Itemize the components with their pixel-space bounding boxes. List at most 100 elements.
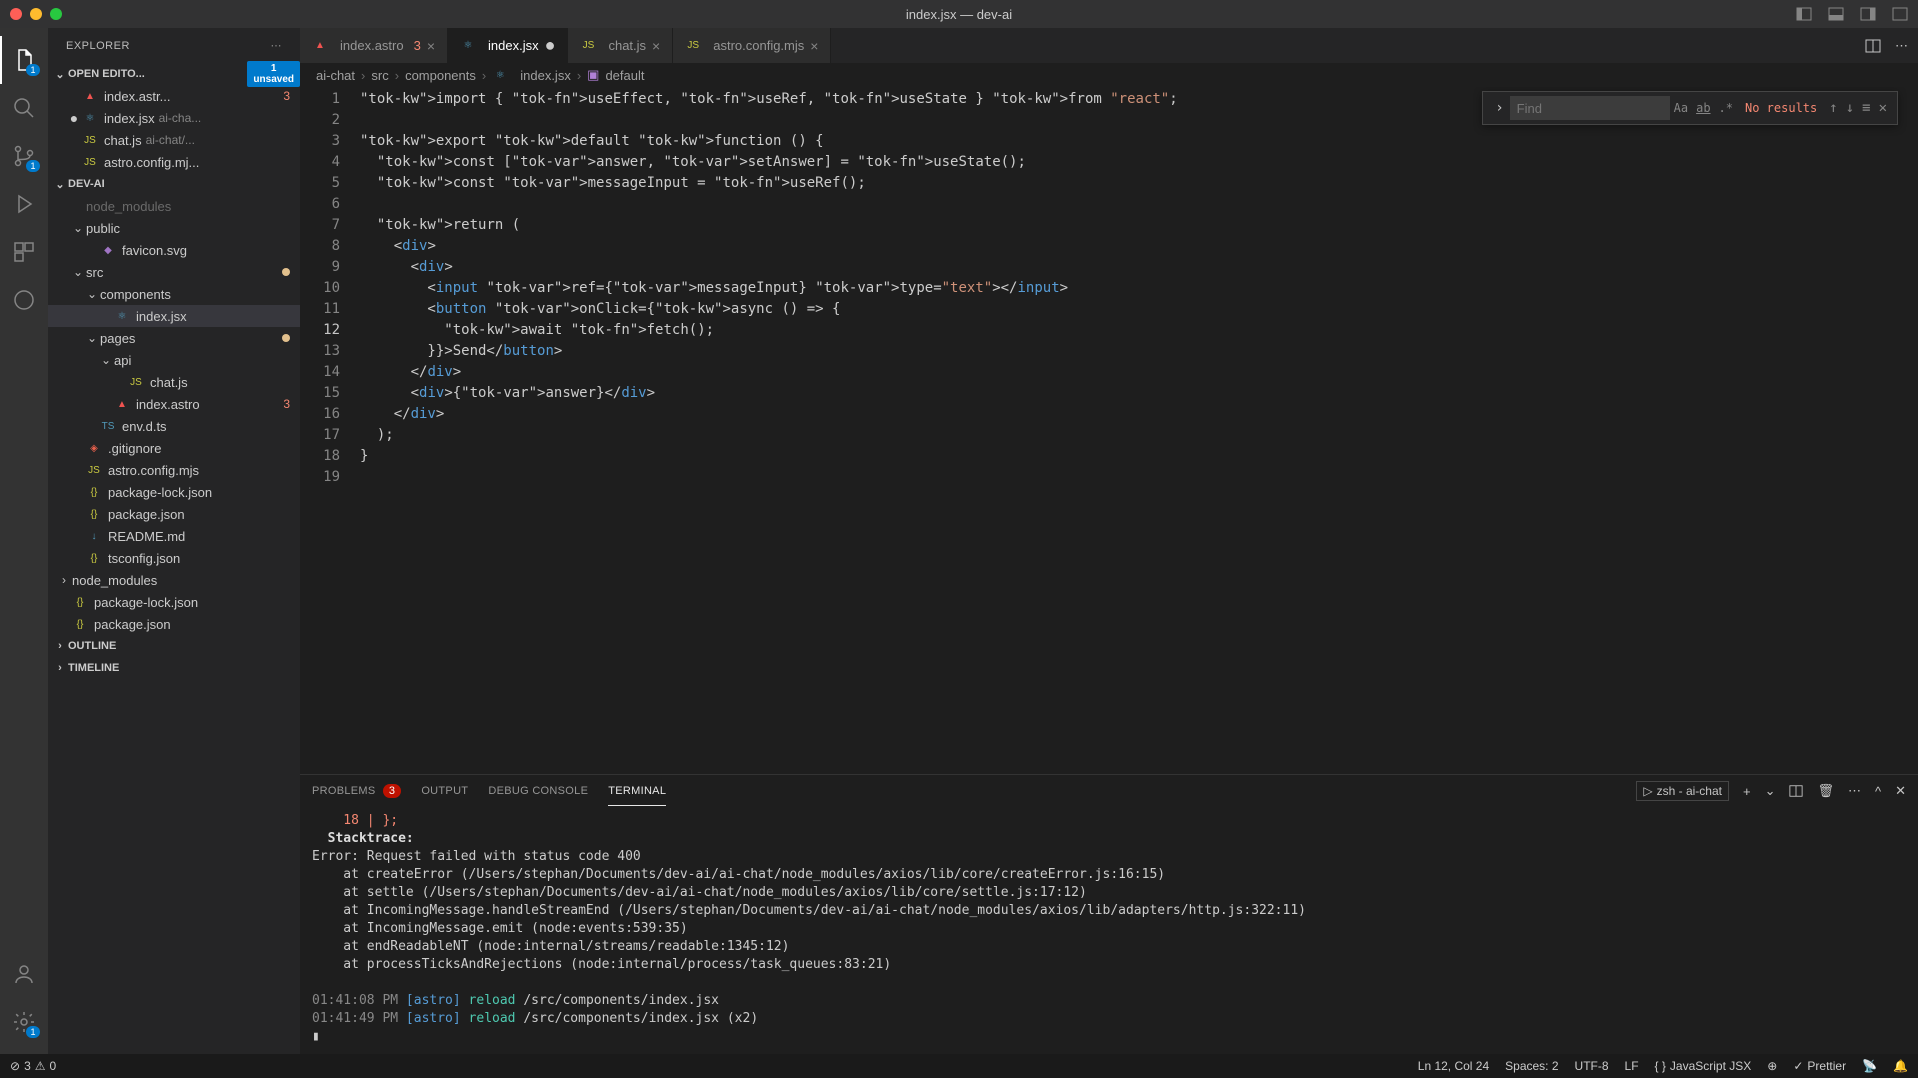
find-expand-icon[interactable]: › <box>1489 98 1509 119</box>
tab-output[interactable]: OUTPUT <box>421 777 468 805</box>
chevron-right-icon: › <box>361 68 365 83</box>
maximize-panel-icon[interactable]: ^ <box>1875 784 1881 799</box>
open-editor-item[interactable]: JSchat.jsai-chat/... <box>48 129 300 151</box>
find-next-icon[interactable]: ↓ <box>1842 98 1858 119</box>
layout-icon[interactable] <box>1892 6 1908 22</box>
activity-account[interactable] <box>0 950 48 998</box>
kill-terminal-icon[interactable]: 🗑 <box>1817 783 1834 799</box>
status-eol[interactable]: LF <box>1625 1059 1639 1073</box>
close-tab-icon[interactable]: × <box>810 38 818 54</box>
outline-header[interactable]: › OUTLINE <box>48 635 300 657</box>
tree-item[interactable]: ⌄components <box>48 283 300 305</box>
file-name: astro.config.mj... <box>104 155 199 170</box>
status-indent[interactable]: Spaces: 2 <box>1505 1059 1558 1073</box>
terminal-more-icon[interactable]: ⋯ <box>1848 783 1861 799</box>
activity-explorer[interactable]: 1 <box>0 36 48 84</box>
tree-item[interactable]: {}package.json <box>48 503 300 525</box>
tree-item[interactable]: ⚛index.jsx <box>48 305 300 327</box>
close-tab-icon[interactable]: × <box>652 38 660 54</box>
panel-right-icon[interactable] <box>1860 6 1876 22</box>
activity-extensions[interactable] <box>0 228 48 276</box>
find-selection-icon[interactable]: ≡ <box>1858 98 1874 119</box>
match-case-toggle[interactable]: Aa <box>1670 98 1692 119</box>
activity-edge[interactable] <box>0 276 48 324</box>
breadcrumb-item[interactable]: ai-chat <box>316 68 355 83</box>
new-terminal-icon[interactable]: + <box>1743 784 1751 799</box>
status-problems[interactable]: ⊘3 ⚠0 <box>10 1059 56 1073</box>
breadcrumb-item[interactable]: src <box>371 68 388 83</box>
status-feedback-icon[interactable]: 📡 <box>1862 1059 1877 1073</box>
open-editor-item[interactable]: ▲index.astr...3 <box>48 85 300 107</box>
tree-item[interactable]: TSenv.d.ts <box>48 415 300 437</box>
tab-terminal[interactable]: TERMINAL <box>608 777 666 806</box>
terminal-select[interactable]: ▷ zsh - ai-chat <box>1636 781 1729 801</box>
panel-bottom-icon[interactable] <box>1828 6 1844 22</box>
tree-item[interactable]: JSastro.config.mjs <box>48 459 300 481</box>
status-prettier[interactable]: ✓ Prettier <box>1793 1059 1846 1073</box>
search-icon <box>12 96 36 120</box>
tree-item[interactable]: {}package.json <box>48 613 300 635</box>
find-close-icon[interactable]: ✕ <box>1875 98 1891 119</box>
find-input[interactable] <box>1510 96 1670 120</box>
tree-item[interactable]: node_modules <box>48 195 300 217</box>
split-terminal-icon[interactable] <box>1789 784 1803 798</box>
activity-search[interactable] <box>0 84 48 132</box>
tree-item[interactable]: ⌄api <box>48 349 300 371</box>
activity-debug[interactable] <box>0 180 48 228</box>
whole-word-toggle[interactable]: ab <box>1692 98 1714 119</box>
tree-item[interactable]: ◆favicon.svg <box>48 239 300 261</box>
editor-tab[interactable]: JSastro.config.mjs× <box>673 28 831 63</box>
tree-item[interactable]: ↓README.md <box>48 525 300 547</box>
workspace-header[interactable]: ⌄ DEV-AI <box>48 173 300 195</box>
sidebar-more-icon[interactable]: ⋯ <box>271 39 283 52</box>
terminal-output[interactable]: 18 | }; Stacktrace:Error: Request failed… <box>300 808 1918 1054</box>
breadcrumb-item[interactable]: index.jsx <box>520 68 571 83</box>
tree-item[interactable]: JSchat.js <box>48 371 300 393</box>
status-encoding[interactable]: UTF-8 <box>1575 1059 1609 1073</box>
maximize-window[interactable] <box>50 8 62 20</box>
terminal-dropdown-icon[interactable]: ⌄ <box>1765 783 1776 799</box>
tree-item[interactable]: ▲index.astro3 <box>48 393 300 415</box>
tree-item[interactable]: {}package-lock.json <box>48 481 300 503</box>
editor-tab[interactable]: JSchat.js× <box>568 28 673 63</box>
activity-bar: 1 1 1 <box>0 28 48 1054</box>
tree-item[interactable]: {}tsconfig.json <box>48 547 300 569</box>
open-editors-header[interactable]: ⌄ OPEN EDITO... 1 unsaved <box>48 63 300 85</box>
file-name: api <box>114 353 131 368</box>
timeline-label: TIMELINE <box>68 662 119 674</box>
breadcrumbs[interactable]: ai-chat › src › components › ⚛ index.jsx… <box>300 63 1918 87</box>
more-actions-icon[interactable]: ⋯ <box>1895 38 1908 54</box>
tab-problems[interactable]: PROBLEMS 3 <box>312 777 401 805</box>
close-tab-icon[interactable]: × <box>427 38 435 54</box>
tree-item[interactable]: ⌄pages <box>48 327 300 349</box>
close-panel-icon[interactable]: ✕ <box>1895 783 1906 799</box>
status-bell-icon[interactable]: 🔔 <box>1893 1059 1908 1073</box>
status-language[interactable]: { } JavaScript JSX <box>1655 1059 1752 1073</box>
activity-settings[interactable]: 1 <box>0 998 48 1046</box>
status-line-col[interactable]: Ln 12, Col 24 <box>1418 1059 1489 1073</box>
activity-scm[interactable]: 1 <box>0 132 48 180</box>
minimize-window[interactable] <box>30 8 42 20</box>
breadcrumb-item[interactable]: default <box>605 68 644 83</box>
split-editor-icon[interactable] <box>1865 38 1881 54</box>
editor-tab[interactable]: ▲index.astro3× <box>300 28 448 63</box>
find-prev-icon[interactable]: ↑ <box>1825 98 1841 119</box>
regex-toggle[interactable]: .* <box>1715 98 1737 119</box>
status-copilot-icon[interactable]: ⊕ <box>1767 1059 1777 1073</box>
close-window[interactable] <box>10 8 22 20</box>
open-editor-item[interactable]: JSastro.config.mj... <box>48 151 300 173</box>
editor-tab[interactable]: ⚛index.jsx● <box>448 28 568 63</box>
tree-item[interactable]: ◈.gitignore <box>48 437 300 459</box>
tree-item[interactable]: {}package-lock.json <box>48 591 300 613</box>
code-editor[interactable]: 12345678910111213141516171819 "tok-kw">i… <box>300 87 1918 774</box>
tree-item[interactable]: ›node_modules <box>48 569 300 591</box>
tree-item[interactable]: ⌄src <box>48 261 300 283</box>
timeline-header[interactable]: › TIMELINE <box>48 657 300 679</box>
open-editor-item[interactable]: ●⚛index.jsxai-cha... <box>48 107 300 129</box>
file-name: package.json <box>108 507 185 522</box>
tab-debug-console[interactable]: DEBUG CONSOLE <box>488 777 588 805</box>
tree-item[interactable]: ⌄public <box>48 217 300 239</box>
code-content[interactable]: "tok-kw">import { "tok-fn">useEffect, "t… <box>360 87 1918 774</box>
panel-left-icon[interactable] <box>1796 6 1812 22</box>
breadcrumb-item[interactable]: components <box>405 68 476 83</box>
